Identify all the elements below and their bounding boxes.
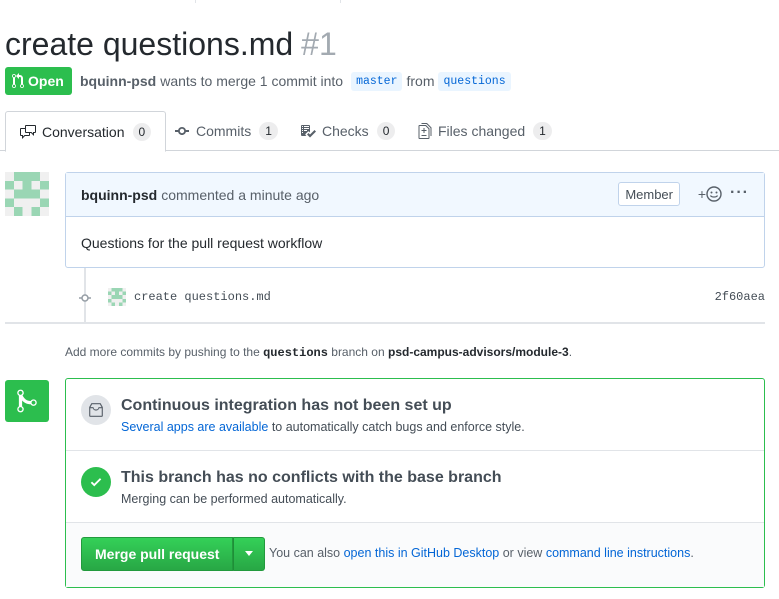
pr-title: create questions.md [5, 26, 294, 62]
pr-number: #1 [301, 26, 337, 62]
commit-message-link[interactable]: create questions.md [134, 290, 271, 304]
alternative-options: You can also open this in GitHub Desktop… [269, 546, 694, 560]
alt-mid: or view [502, 546, 543, 560]
add-reaction-button[interactable]: + [698, 186, 722, 202]
tab-files-changed[interactable]: Files changed 1 [404, 111, 566, 151]
checklist-icon [301, 125, 316, 138]
hint-repo: psd-campus-advisors/module-3 [387, 345, 569, 359]
tab-label: Commits [196, 123, 252, 139]
ci-title: Continuous integration has not been set … [121, 397, 452, 414]
avatar[interactable] [5, 172, 49, 216]
ci-subtitle: Several apps are available to automatica… [121, 420, 525, 434]
ci-section: Continuous integration has not been set … [66, 379, 764, 451]
check-status [81, 467, 111, 497]
merge-pull-request-button[interactable]: Merge pull request [81, 537, 234, 571]
hint-text: branch on [331, 345, 385, 359]
ci-rest: to automatically catch bugs and enforce … [271, 420, 525, 434]
ci-status [81, 395, 111, 425]
merge-button-group: Merge pull request [81, 537, 266, 571]
push-hint: Add more commits by pushing to the quest… [65, 345, 572, 360]
command-line-link[interactable]: command line instructions [546, 546, 691, 560]
no-conflicts-title: This branch has no conflicts with the ba… [121, 469, 502, 486]
git-commit-icon [79, 294, 91, 302]
top-strip [0, 0, 779, 3]
member-badge: Member [618, 182, 680, 206]
tab-counter: 0 [376, 122, 396, 140]
tab-label: Checks [322, 123, 369, 139]
merge-method-dropdown[interactable] [233, 537, 266, 571]
tab-label: Conversation [42, 123, 125, 140]
avatar[interactable] [108, 288, 126, 306]
tab-counter: 1 [533, 122, 552, 140]
conflict-section: This branch has no conflicts with the ba… [66, 451, 764, 523]
tab-bar: Conversation 0 Commits 1 Checks 0 Files … [0, 111, 779, 152]
status-badge: Open [5, 67, 72, 95]
head-branch[interactable]: questions [438, 71, 511, 91]
alt-prefix: You can also [269, 546, 341, 560]
tab-counter: 0 [132, 122, 152, 141]
git-pull-request-icon [12, 73, 24, 89]
commit-sha-link[interactable]: 2f60aea [715, 290, 765, 304]
kebab-menu-icon[interactable]: ··· [730, 184, 749, 202]
from-label: from [406, 73, 435, 89]
comment-header: bquinn-psd commented a minute ago Member… [66, 173, 764, 217]
tab-label: Files changed [438, 123, 526, 139]
reaction-plus: + [697, 186, 706, 202]
comment-time[interactable]: a minute ago [238, 187, 319, 203]
alt-suffix: . [690, 546, 694, 560]
open-desktop-link[interactable]: open this in GitHub Desktop [344, 546, 500, 560]
merge-actions: Merge pull request You can also open thi… [66, 523, 764, 587]
comment-card: bquinn-psd commented a minute ago Member… [65, 172, 765, 268]
comment-author[interactable]: bquinn-psd [81, 187, 157, 203]
merge-box: Continuous integration has not been set … [65, 378, 765, 588]
pr-meta: bquinn-psd wants to merge 1 commit into … [80, 67, 511, 95]
check-icon [90, 478, 102, 487]
base-branch[interactable]: master [351, 71, 403, 91]
file-diff-icon [418, 123, 432, 139]
comment-discussion-icon [20, 124, 36, 139]
triangle-down-icon [245, 551, 254, 556]
git-commit-icon [175, 127, 189, 135]
tab-commits[interactable]: Commits 1 [160, 111, 292, 151]
comment-action: commented [161, 186, 235, 203]
tab-checks[interactable]: Checks 0 [286, 111, 409, 151]
inbox-icon [89, 403, 103, 417]
commit-row: create questions.md [108, 287, 271, 307]
hint-suffix: . [568, 345, 573, 359]
tab-counter: 1 [259, 122, 278, 140]
page-title: create questions.md #1 [5, 22, 337, 66]
divider [5, 322, 765, 324]
apps-available-link[interactable]: Several apps are available [121, 420, 268, 434]
comment-body: Questions for the pull request workflow [81, 235, 323, 251]
no-conflicts-subtitle: Merging can be performed automatically. [121, 492, 347, 506]
merge-description: wants to merge 1 commit into [160, 73, 344, 89]
tab-conversation[interactable]: Conversation 0 [5, 111, 167, 152]
status-label: Open [28, 73, 64, 89]
smiley-icon [706, 186, 722, 202]
git-merge-icon [5, 380, 49, 422]
hint-text: Add more commits by pushing to the [65, 345, 260, 359]
hint-branch: questions [263, 346, 328, 360]
pr-author-link[interactable]: bquinn-psd [80, 73, 156, 89]
